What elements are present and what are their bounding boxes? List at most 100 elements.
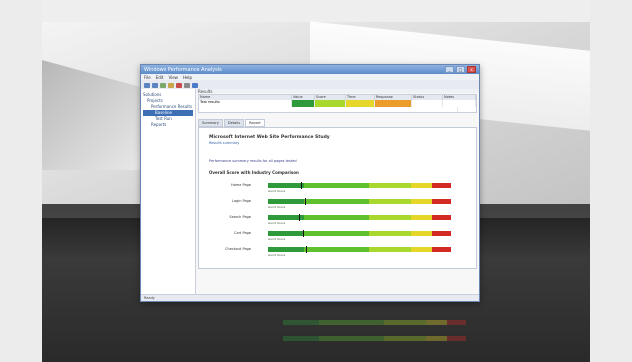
score-marker <box>306 246 308 253</box>
refresh-icon[interactable] <box>168 82 174 88</box>
bar-segment <box>447 320 467 325</box>
bar-segment <box>369 183 411 188</box>
bar-segment <box>432 199 452 204</box>
menu-edit[interactable]: Edit <box>156 75 164 80</box>
score-bar <box>268 214 452 221</box>
table-row[interactable] <box>199 107 476 112</box>
bar-segment <box>369 231 411 236</box>
perf-label: Checkout Page <box>225 247 251 251</box>
bar-segment <box>303 199 370 204</box>
bar-segment <box>425 336 447 341</box>
bar-segment <box>268 247 304 252</box>
reflection-bar <box>283 336 467 341</box>
results-grid: Name Value Score Time Response Status No… <box>198 94 477 113</box>
score-bar <box>268 198 452 205</box>
bar-segment <box>432 183 452 188</box>
bar-segment <box>410 247 432 252</box>
bar-segment <box>369 215 411 220</box>
perf-value: Good Score <box>268 189 286 193</box>
bar-segment <box>432 215 452 220</box>
perf-value: Good Score <box>268 253 286 257</box>
grid-cell <box>346 100 375 107</box>
perf-row: Home Page Good Score <box>209 182 452 196</box>
report-subtitle[interactable]: Results summary <box>209 141 239 145</box>
grid-cell <box>443 100 476 107</box>
score-bar <box>268 246 452 253</box>
report-tabs: Summary Details Report <box>198 119 477 127</box>
bar-segment <box>303 247 370 252</box>
tree-item-reports[interactable]: Reports <box>143 122 193 128</box>
perf-value: Good Score <box>268 237 286 241</box>
report-title: Microsoft Internet Web Site Performance … <box>209 135 330 140</box>
bar-segment <box>303 231 370 236</box>
tab-summary[interactable]: Summary <box>198 119 223 127</box>
perf-row: Checkout Page Good Score <box>209 246 452 260</box>
tab-report[interactable]: Report <box>245 119 265 127</box>
perf-label: Home Page <box>231 183 251 187</box>
navigation-tree: Solutions Projects Performance Results B… <box>141 89 196 295</box>
maximize-button[interactable]: □ <box>456 66 465 73</box>
perf-value: Good Score <box>268 205 286 209</box>
section-title: Overall Score with Industry Comparison <box>209 170 299 175</box>
bar-segment <box>410 183 432 188</box>
score-bar <box>268 182 452 189</box>
forward-icon[interactable] <box>152 82 158 88</box>
bar-segment <box>283 336 319 341</box>
report-link[interactable]: Performance summary results for all page… <box>209 159 379 163</box>
background-scene: Windows Performance Analysis _ □ x File … <box>0 0 632 362</box>
perf-value: Good Score <box>268 221 286 225</box>
content-area: Solutions Projects Performance Results B… <box>141 89 479 295</box>
menu-help[interactable]: Help <box>183 75 192 80</box>
grid-cell: Test results <box>199 100 292 107</box>
title-bar[interactable]: Windows Performance Analysis _ □ x <box>141 65 479 74</box>
bar-segment <box>410 231 432 236</box>
bar-segment <box>318 320 385 325</box>
bar-segment <box>425 320 447 325</box>
score-marker <box>302 230 304 237</box>
grid-cell <box>315 100 346 107</box>
score-marker <box>300 182 302 189</box>
help-icon[interactable] <box>192 82 198 88</box>
score-bar <box>268 230 452 237</box>
close-button[interactable]: x <box>467 66 476 73</box>
stop-icon[interactable] <box>176 82 182 88</box>
perf-row: Cart Page Good Score <box>209 230 452 244</box>
perf-label: Cart Page <box>234 231 251 235</box>
bar-segment <box>303 215 370 220</box>
perf-row: Search Page Good Score <box>209 214 452 228</box>
menu-view[interactable]: View <box>168 75 178 80</box>
bar-segment <box>268 199 304 204</box>
perf-label: Login Page <box>231 199 251 203</box>
perf-row: Login Page Good Score <box>209 198 452 212</box>
perf-label: Search Page <box>229 215 251 219</box>
score-marker <box>304 198 306 205</box>
bar-segment <box>384 320 426 325</box>
app-window: Windows Performance Analysis _ □ x File … <box>140 64 480 302</box>
bar-segment <box>318 336 385 341</box>
table-row[interactable]: Test results <box>199 100 476 107</box>
bar-segment <box>369 199 411 204</box>
settings-icon[interactable] <box>184 82 190 88</box>
bar-segment <box>432 247 452 252</box>
grid-cell <box>199 107 458 112</box>
grid-cell <box>292 100 315 107</box>
bar-segment <box>303 183 370 188</box>
window-controls: _ □ x <box>445 66 476 73</box>
grid-cell <box>412 100 443 107</box>
main-panel: Results Name Value Score Time Response S… <box>196 89 479 295</box>
status-bar: Ready <box>141 294 479 301</box>
back-icon[interactable] <box>144 82 150 88</box>
grid-cell <box>375 100 412 107</box>
score-marker <box>299 214 301 221</box>
bar-segment <box>369 247 411 252</box>
menu-file[interactable]: File <box>144 75 151 80</box>
bar-segment <box>268 183 304 188</box>
bar-segment <box>283 320 319 325</box>
bar-segment <box>447 336 467 341</box>
frame-right <box>590 0 632 362</box>
bar-segment <box>410 215 432 220</box>
bar-segment <box>410 199 432 204</box>
minimize-button[interactable]: _ <box>445 66 454 73</box>
home-icon[interactable] <box>160 82 166 88</box>
tab-details[interactable]: Details <box>223 119 245 127</box>
